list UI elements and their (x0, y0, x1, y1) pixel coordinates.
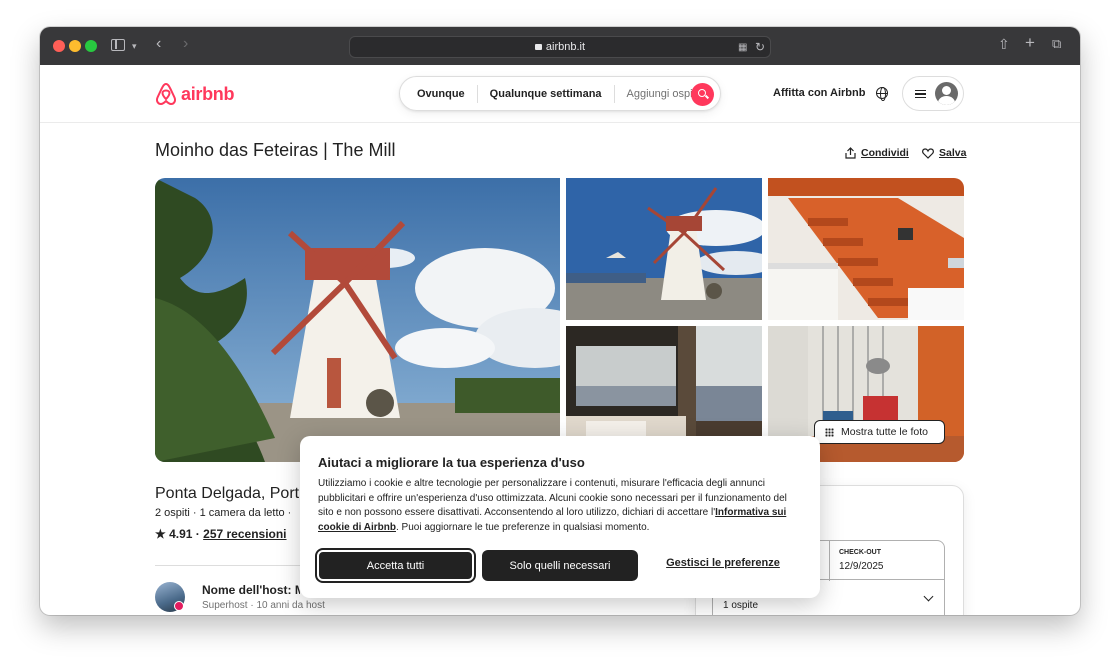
zoom-window-button[interactable] (85, 40, 97, 52)
listing-title: Moinho das Feteiras | The Mill (155, 140, 396, 160)
save-button[interactable]: Salva (922, 147, 966, 159)
chevron-down-icon[interactable]: ▾ (132, 39, 137, 53)
logo-text: airbnb (181, 83, 235, 104)
user-avatar-icon (935, 82, 958, 105)
show-all-photos-label: Mostra tutte le foto (841, 426, 928, 438)
search-button[interactable] (691, 83, 714, 106)
search-icon (698, 89, 706, 97)
sidebar-toggle-icon[interactable] (111, 39, 125, 51)
checkout-label: CHECK-OUT (839, 549, 881, 556)
become-host-link[interactable]: Affitta con Airbnb (773, 87, 865, 99)
lock-icon (534, 44, 542, 50)
share-icon[interactable]: ⇧ (998, 37, 1010, 51)
user-menu-button[interactable] (902, 76, 964, 111)
share-icon (845, 147, 856, 159)
superhost-badge-icon (174, 601, 184, 611)
new-tab-icon[interactable]: + (1025, 34, 1035, 51)
listing-photo-windmill[interactable] (155, 178, 560, 462)
location-title: Ponta Delgada, Port (155, 485, 300, 502)
address-bar[interactable]: airbnb.it ▦ ↻ (349, 36, 771, 58)
cookie-body-end: . Puoi aggiornare le tue preferenze in q… (395, 521, 650, 533)
forward-icon[interactable]: › (183, 36, 188, 52)
reload-icon[interactable]: ↻ (755, 40, 765, 54)
heart-icon (922, 147, 934, 159)
minimize-window-button[interactable] (69, 40, 81, 52)
only-necessary-button[interactable]: Solo quelli necessari (482, 550, 638, 581)
cookie-title: Aiutaci a migliorare la tua esperienza d… (318, 455, 585, 470)
cookie-body: Utilizziamo i cookie e altre tecnologie … (318, 477, 804, 535)
star-icon: ★ (155, 527, 166, 541)
site-header: airbnb Ovunque Qualunque settimana Aggiu… (40, 65, 1080, 123)
listing-details: 2 ospiti · 1 camera da letto · (155, 507, 292, 519)
browser-toolbar: ▾ ‹ › airbnb.it ▦ ↻ ⇧ + ⧉ (40, 27, 1080, 65)
show-all-photos-button[interactable]: Mostra tutte le foto (814, 420, 945, 444)
url-text: airbnb.it (545, 41, 586, 53)
globe-icon[interactable] (876, 87, 888, 101)
rating-value: 4.91 (169, 527, 193, 541)
divider (155, 565, 300, 566)
listing-photo-windmill-terrace[interactable] (566, 178, 762, 320)
airbnb-logo[interactable]: airbnb (155, 82, 235, 106)
translate-icon[interactable]: ▦ (738, 41, 747, 55)
rating-row: ★ 4.91 · 257 recensioni (155, 527, 287, 541)
close-window-button[interactable] (53, 40, 65, 52)
cookie-consent-dialog: Aiutaci a migliorare la tua esperienza d… (300, 436, 820, 598)
search-bar[interactable]: Ovunque Qualunque settimana Aggiungi osp… (399, 76, 721, 111)
chevron-down-icon (923, 591, 934, 602)
airbnb-logo-icon (155, 82, 177, 106)
listing-photo-kitchen-stairs[interactable] (768, 178, 964, 320)
checkout-value[interactable]: 12/9/2025 (839, 561, 884, 572)
back-icon[interactable]: ‹ (156, 36, 161, 52)
browser-window: ▾ ‹ › airbnb.it ▦ ↻ ⇧ + ⧉ airbnb Ovunque… (40, 27, 1080, 615)
search-when[interactable]: Qualunque settimana (478, 88, 614, 100)
reviews-link[interactable]: 257 recensioni (203, 527, 286, 541)
host-name: Nome dell'host: Mc (202, 583, 300, 597)
menu-icon (915, 90, 926, 98)
rating-separator: · (192, 527, 204, 541)
tabs-overview-icon[interactable]: ⧉ (1052, 37, 1061, 51)
search-where[interactable]: Ovunque (400, 88, 477, 100)
guests-value: 1 ospite (723, 600, 759, 611)
host-meta: Superhost · 10 anni da host (202, 600, 325, 611)
share-label: Condividi (861, 147, 909, 159)
grid-icon (825, 427, 834, 437)
share-button[interactable]: Condividi (845, 147, 909, 159)
manage-preferences-link[interactable]: Gestisci le preferenze (658, 557, 788, 569)
accept-all-button[interactable]: Accetta tutti (317, 550, 474, 581)
save-label: Salva (939, 147, 967, 159)
date-divider (829, 541, 830, 581)
